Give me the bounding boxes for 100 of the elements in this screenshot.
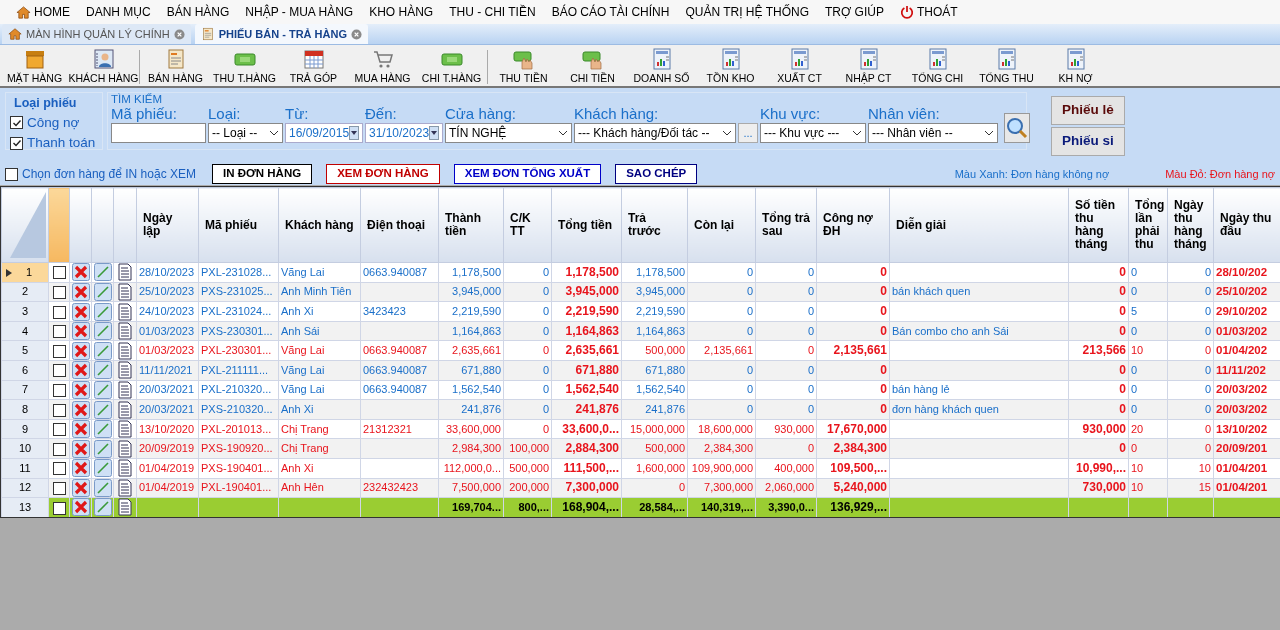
action-button[interactable]: IN ĐƠN HÀNG	[212, 164, 313, 184]
delete-icon[interactable]	[71, 322, 90, 340]
column-header[interactable]: Diễn giải	[889, 187, 1069, 263]
close-icon[interactable]	[173, 28, 185, 40]
search-button[interactable]	[1004, 113, 1030, 143]
toolbar-button[interactable]: NHẬP CT	[834, 48, 903, 87]
delete-icon[interactable]	[71, 439, 90, 458]
toolbar-button[interactable]: TRẢ GÓP	[279, 48, 348, 87]
table-row[interactable]: 2 25/10/2023 PXS-231025... Anh Minh Tiên 3,945,000 0 3,945,000 3,945,000 0 0 0 bán khách quen 0 0 0 25/10/202	[1, 282, 1280, 302]
column-header[interactable]: Tổng tiền	[551, 187, 622, 263]
document-icon[interactable]	[116, 361, 134, 380]
edit-icon[interactable]	[93, 302, 112, 321]
column-header[interactable]: Trả trước	[621, 187, 688, 263]
dropdown-button[interactable]	[349, 126, 359, 140]
row-header[interactable]: 9	[1, 419, 49, 439]
dropdown[interactable]: -- Loại --	[208, 123, 283, 143]
table-row[interactable]: 1 28/10/2023 PXL-231028... Vãng Lai 0663.940087 1,178,500 0 1,178,500 1,178,500 0 0 0 0 0 0 28/10/202	[1, 262, 1280, 283]
column-header[interactable]: Thành tiền	[438, 187, 504, 263]
checkbox[interactable]	[5, 167, 18, 181]
toolbar-button[interactable]: TỔNG THU	[972, 48, 1041, 87]
document-icon[interactable]	[116, 263, 134, 282]
delete-icon[interactable]	[71, 283, 90, 301]
input-field[interactable]	[111, 123, 206, 143]
checkbox[interactable]	[52, 325, 66, 339]
row-header[interactable]: 8	[1, 399, 49, 420]
toolbar-button[interactable]: XUẤT CT	[765, 48, 834, 87]
toolbar-button[interactable]: KH NỢ	[1041, 48, 1110, 87]
column-header[interactable]: Còn lại	[687, 187, 756, 263]
checkbox[interactable]	[52, 344, 66, 358]
checkbox[interactable]	[52, 442, 66, 456]
column-header[interactable]: Ngày thu đầu	[1213, 187, 1280, 263]
document-icon[interactable]	[116, 439, 134, 458]
toolbar-button[interactable]: TỔNG CHI	[903, 48, 972, 87]
toolbar-button[interactable]: KHÁCH HÀNG	[69, 48, 138, 87]
table-row[interactable]: 3 24/10/2023 PXL-231024... Anh Xi 3423423 2,219,590 0 2,219,590 2,219,590 0 0 0 0 5 0 29/10/202	[1, 301, 1280, 322]
column-header[interactable]: Ngày thu hàng tháng	[1167, 187, 1214, 263]
table-row[interactable]: 9 13/10/2020 PXL-201013... Chị Trang 21312321 33,600,000 0 33,600,0... 15,000,000 18,600,000 930,000 17,670,000 930,000 20 0 13/10/202	[1, 419, 1280, 439]
dropdown[interactable]: --- Nhân viên --	[868, 123, 998, 143]
toolbar-button[interactable]: CHI TIỀN	[558, 48, 627, 87]
delete-icon[interactable]	[71, 263, 90, 282]
edit-icon[interactable]	[93, 381, 112, 399]
row-header[interactable]: 2	[1, 282, 49, 302]
document-icon[interactable]	[116, 302, 134, 321]
toolbar-button[interactable]: BÁN HÀNG	[141, 48, 210, 87]
menu-item[interactable]: NHẬP - MUA HÀNG	[237, 3, 362, 21]
menu-item[interactable]: THOÁT	[891, 3, 966, 21]
menu-item[interactable]: KHO HÀNG	[361, 3, 442, 21]
toolbar-button[interactable]: MẶT HÀNG	[0, 48, 69, 87]
delete-icon[interactable]	[71, 400, 90, 419]
checkbox[interactable]	[10, 136, 23, 150]
row-header[interactable]: 5	[1, 340, 49, 361]
toolbar-button[interactable]: DOANH SỐ	[627, 48, 696, 87]
delete-icon[interactable]	[71, 479, 90, 497]
edit-icon[interactable]	[93, 459, 112, 478]
column-header[interactable]: Tổng lần phải thu	[1128, 187, 1168, 263]
delete-icon[interactable]	[71, 341, 90, 360]
tab[interactable]: PHIẾU BÁN - TRẢ HÀNG	[194, 24, 368, 44]
table-row[interactable]: 5 01/03/2023 PXL-230301... Vãng Lai 0663.940087 2,635,661 0 2,635,661 500,000 2,135,661 0 2,135,661 213,566 10 0 01/04/202	[1, 340, 1280, 361]
edit-icon[interactable]	[93, 439, 112, 458]
dropdown[interactable]: TÍN NGHỆ	[445, 123, 572, 143]
toolbar-button[interactable]: CHI T.HÀNG	[417, 48, 486, 87]
edit-icon[interactable]	[93, 498, 112, 517]
menu-item[interactable]: DANH MỤC	[78, 3, 159, 21]
toolbar-button[interactable]: THU T.HÀNG	[210, 48, 279, 87]
menu-item[interactable]: BÁN HÀNG	[158, 3, 238, 21]
column-header[interactable]: Tổng trả sau	[755, 187, 817, 263]
row-header[interactable]: 3	[1, 301, 49, 322]
menu-item[interactable]: BÁO CÁO TÀI CHÍNH	[543, 3, 678, 21]
column-header[interactable]: Điện thoại	[360, 187, 439, 263]
checkbox[interactable]	[10, 116, 23, 130]
row-header[interactable]: 7	[1, 380, 49, 400]
document-icon[interactable]	[116, 420, 134, 438]
row-header[interactable]: 12	[1, 478, 49, 498]
action-button[interactable]: XEM ĐƠN TỔNG XUẤT	[453, 164, 602, 184]
dropdown-button[interactable]	[429, 126, 439, 140]
table-row[interactable]: 6 11/11/2021 PXL-211111... Vãng Lai 0663.940087 671,880 0 671,880 671,880 0 0 0 0 0 0 11/11/202	[1, 360, 1280, 381]
dropdown[interactable]: --- Khách hàng/Đối tác --	[574, 123, 736, 143]
checkbox[interactable]	[52, 383, 66, 397]
checkbox[interactable]	[52, 286, 66, 299]
document-icon[interactable]	[116, 341, 134, 360]
checkbox[interactable]	[52, 423, 66, 437]
delete-icon[interactable]	[71, 459, 90, 478]
delete-icon[interactable]	[71, 381, 90, 399]
edit-icon[interactable]	[93, 283, 112, 301]
date-field[interactable]: 16/09/2015	[285, 123, 363, 143]
column-header[interactable]: Ngày lập	[136, 187, 199, 263]
toolbar-button[interactable]: TỒN KHO	[696, 48, 765, 87]
edit-icon[interactable]	[93, 361, 112, 380]
document-icon[interactable]	[116, 479, 134, 497]
menu-item[interactable]: THU - CHI TIỀN	[441, 3, 544, 21]
menu-item[interactable]: QUẢN TRỊ HỆ THỐNG	[677, 3, 817, 21]
checkbox[interactable]	[52, 266, 66, 280]
delete-icon[interactable]	[71, 420, 90, 438]
edit-icon[interactable]	[93, 322, 112, 340]
checkbox[interactable]	[52, 403, 66, 417]
edit-icon[interactable]	[93, 341, 112, 360]
document-icon[interactable]	[116, 283, 134, 301]
column-header[interactable]: Mã phiếu	[198, 187, 279, 263]
delete-icon[interactable]	[71, 498, 90, 517]
table-row[interactable]: 10 20/09/2019 PXS-190920... Chị Trang 2,984,300 100,000 2,884,300 500,000 2,384,300 0 2,384,300 0 0 0 20/09/201	[1, 438, 1280, 459]
